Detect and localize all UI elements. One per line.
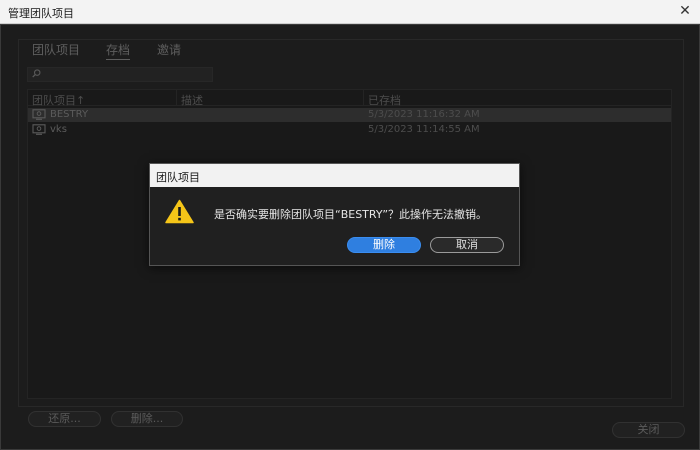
row-archived-date: 5/3/2023 11:14:55 AM [368,124,480,135]
team-project-icon [32,124,46,135]
warning-icon [165,199,194,224]
column-header-name[interactable]: 团队项目↑ [32,92,85,108]
window-title: 管理团队项目 [8,7,74,20]
dialog-message: 是否确实要删除团队项目“BESTRY”？此操作无法撤销。 [214,208,488,221]
row-name: vks [50,124,67,135]
column-header-name-label: 团队项目 [32,94,76,107]
title-bar: 管理团队项目 ✕ [0,0,700,24]
row-name: BESTRY [50,109,89,120]
table-row[interactable]: vks 5/3/2023 11:14:55 AM [28,123,671,137]
dialog-title: 团队项目 [150,164,519,187]
table-header: 团队项目↑ 描述 已存档 [28,90,671,108]
confirm-delete-dialog: 团队项目 是否确实要删除团队项目“BESTRY”？此操作无法撤销。 删除 取消 [149,163,520,266]
table-row[interactable]: BESTRY 5/3/2023 11:16:32 AM [28,108,671,122]
tab-invites[interactable]: 邀请 [157,41,181,58]
search-icon [32,69,41,78]
cancel-button[interactable]: 取消 [430,237,504,253]
team-project-icon [32,109,46,120]
column-header-description[interactable]: 描述 [181,92,203,108]
confirm-delete-button[interactable]: 删除 [347,237,421,253]
close-button[interactable]: 关闭 [612,422,685,438]
restore-button[interactable]: 还原... [28,411,101,427]
tab-team-projects[interactable]: 团队项目 [32,41,80,58]
row-archived-date: 5/3/2023 11:16:32 AM [368,109,480,120]
close-icon[interactable]: ✕ [670,0,700,24]
column-header-archived[interactable]: 已存档 [368,92,401,108]
delete-button[interactable]: 删除... [111,411,183,427]
tab-archive[interactable]: 存档 [106,41,131,60]
sort-arrow-icon: ↑ [76,94,86,107]
search-input[interactable] [27,67,213,82]
